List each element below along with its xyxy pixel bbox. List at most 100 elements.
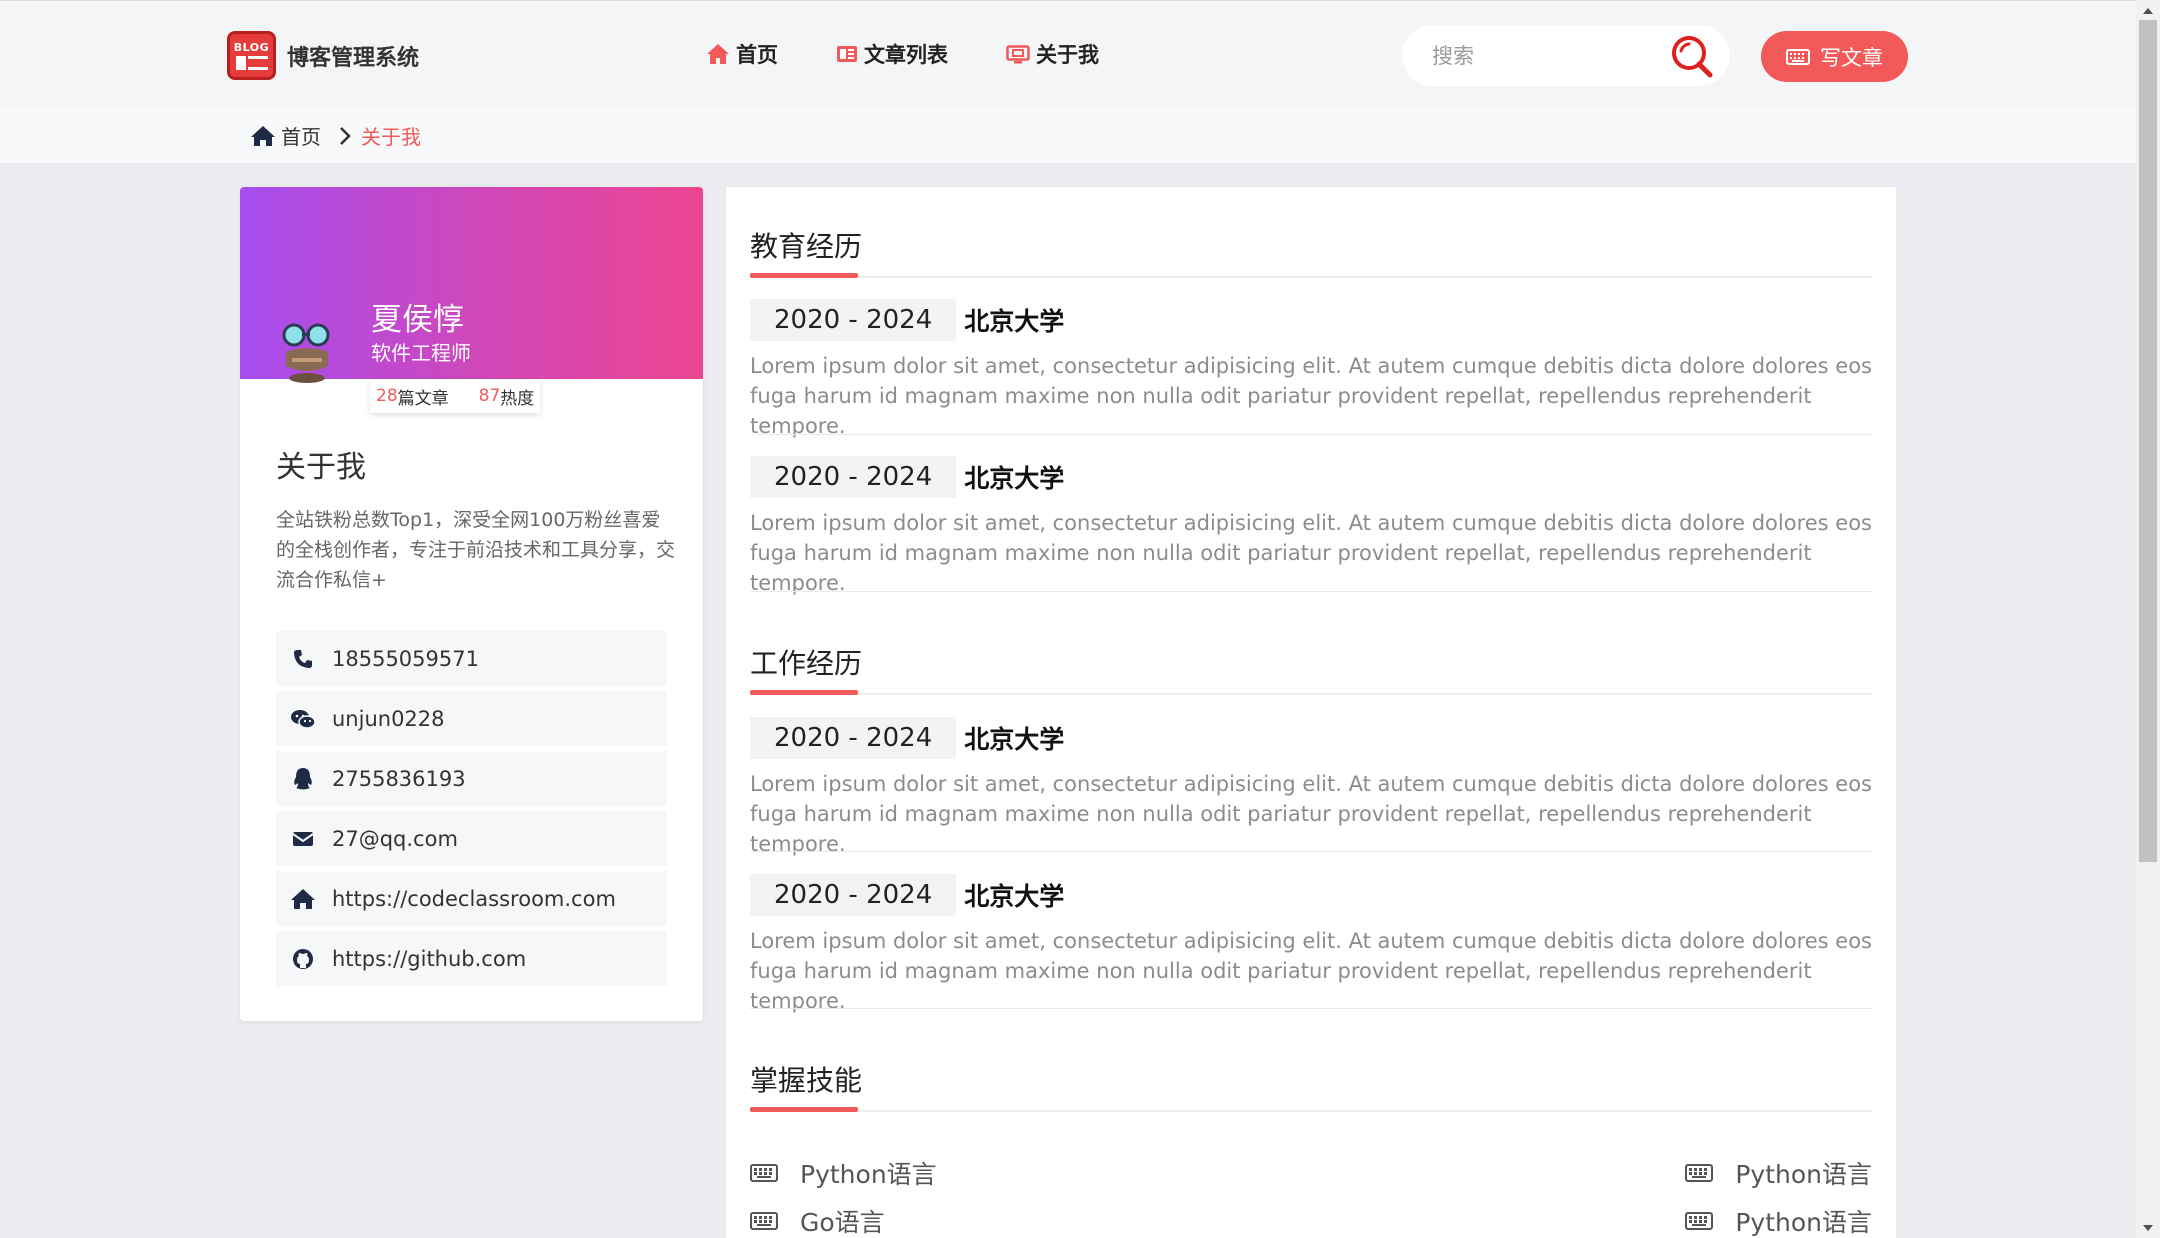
search-icon[interactable] [1670, 34, 1714, 78]
contact-value: 2755836193 [332, 766, 466, 791]
article-list-icon [837, 46, 857, 62]
home-icon [251, 125, 275, 146]
entry-date: 2020 - 2024 [750, 456, 957, 498]
articles-count: 28 [376, 386, 398, 406]
breadcrumb: 首页 关于我 [0, 108, 2136, 163]
heat-label: 热度 [500, 388, 535, 409]
skill-item: Go语言 [750, 1203, 885, 1238]
logo[interactable]: BLOG 博客管理系统 [227, 31, 419, 80]
entry-description: Lorem ipsum dolor sit amet, consectetur … [750, 354, 1873, 438]
nav-item-home[interactable]: 首页 [706, 39, 778, 69]
entry-school: 北京大学 [964, 725, 1065, 754]
write-label: 写文章 [1820, 45, 1883, 70]
chevron-right-icon [339, 126, 351, 146]
section-divider [750, 693, 1872, 695]
skill-item: Python语言 [750, 1155, 937, 1191]
entry-school: 北京大学 [964, 307, 1065, 336]
heat-count: 87 [478, 386, 501, 406]
scroll-up-icon[interactable] [2136, 0, 2160, 20]
articles-label: 篇文章 [397, 388, 449, 409]
entry-date: 2020 - 2024 [750, 874, 957, 916]
contact-value: https://github.com [332, 946, 527, 971]
entry-divider [750, 591, 1872, 592]
profile-banner: 夏侯惇 软件工程师 [240, 187, 703, 383]
skill-label: Python语言 [800, 1160, 937, 1189]
breadcrumb-current: 关于我 [361, 125, 421, 149]
entry-divider [750, 434, 1872, 435]
keyboard-icon [1685, 1164, 1714, 1182]
section-underline [750, 1107, 858, 1112]
search-box [1402, 25, 1730, 86]
scroll-down-icon[interactable] [2136, 1218, 2160, 1238]
contact-value: unjun0228 [332, 706, 445, 731]
skill-label: Python语言 [1735, 1208, 1872, 1237]
search-input[interactable] [1432, 43, 1652, 68]
education-title: 教育经历 [750, 230, 863, 263]
qq-icon [288, 767, 318, 791]
about-title: 关于我 [276, 450, 366, 485]
education-entry: 2020 - 2024 北京大学 Lorem ipsum dolor sit a… [750, 299, 1872, 441]
contact-value: 27@qq.com [332, 826, 458, 851]
wechat-icon [288, 708, 318, 730]
work-entry: 2020 - 2024 北京大学 Lorem ipsum dolor sit a… [750, 717, 1872, 859]
entry-description: Lorem ipsum dolor sit amet, consectetur … [750, 929, 1873, 1013]
phone-icon [288, 648, 318, 670]
section-divider [750, 276, 1872, 278]
entry-school: 北京大学 [964, 464, 1065, 493]
skills-title: 掌握技能 [750, 1064, 863, 1097]
skill-label: Python语言 [1735, 1160, 1872, 1189]
contact-value: https://codeclassroom.com [332, 886, 616, 911]
avatar[interactable] [280, 322, 334, 388]
keyboard-icon [1685, 1212, 1714, 1230]
skill-item: Python语言 [1685, 1203, 1872, 1238]
work-title: 工作经历 [750, 647, 863, 680]
skill-label: Go语言 [800, 1208, 885, 1237]
nav-label: 关于我 [1036, 43, 1099, 67]
mail-icon [288, 830, 318, 848]
profile-role: 软件工程师 [371, 341, 471, 365]
scroll-thumb[interactable] [2139, 20, 2157, 862]
top-header: BLOG 博客管理系统 首页 文章列表 关于我 写 [0, 0, 2136, 108]
main-nav: 首页 文章列表 关于我 [706, 39, 1157, 69]
entry-description: Lorem ipsum dolor sit amet, consectetur … [750, 772, 1873, 856]
entry-date: 2020 - 2024 [750, 717, 957, 759]
about-text: 全站铁粉总数Top1，深受全网100万粉丝喜爱的全栈创作者，专注于前沿技术和工具… [276, 509, 676, 591]
nav-label: 首页 [736, 43, 778, 67]
entry-school: 北京大学 [964, 882, 1065, 911]
entry-description: Lorem ipsum dolor sit amet, consectetur … [750, 511, 1873, 595]
home-icon [288, 888, 318, 910]
section-underline [750, 273, 858, 278]
contact-phone[interactable]: 18555059571 [276, 631, 667, 686]
breadcrumb-home-label: 首页 [281, 125, 321, 149]
contact-list: 18555059571 unjun0228 2755836193 27@qq.c… [276, 631, 667, 991]
contact-website[interactable]: https://codeclassroom.com [276, 871, 667, 926]
home-icon [707, 44, 729, 64]
keyboard-icon [750, 1164, 778, 1182]
write-article-button[interactable]: 写文章 [1761, 31, 1908, 82]
nav-item-articles[interactable]: 文章列表 [836, 39, 948, 69]
nav-item-about[interactable]: 关于我 [1006, 39, 1099, 69]
keyboard-icon [1786, 48, 1810, 65]
breadcrumb-home[interactable]: 首页 [250, 121, 321, 150]
contact-email[interactable]: 27@qq.com [276, 811, 667, 866]
logo-text: BLOG [233, 40, 270, 54]
contact-value: 18555059571 [332, 646, 479, 671]
about-card-icon [1006, 45, 1030, 64]
profile-stats: 28 篇文章 87 热度 [370, 379, 541, 413]
skill-item: Python语言 [1685, 1155, 1872, 1191]
app-title: 博客管理系统 [287, 45, 420, 71]
entry-divider [750, 1008, 1872, 1009]
profile-name: 夏侯惇 [371, 302, 464, 338]
contact-github[interactable]: https://github.com [276, 931, 667, 986]
profile-card: 夏侯惇 软件工程师 28 篇文章 87 热度 关于我 全站铁粉总数Top1，深受… [240, 187, 703, 1021]
section-divider [750, 1110, 1872, 1112]
contact-qq[interactable]: 2755836193 [276, 751, 667, 806]
keyboard-icon [750, 1212, 778, 1230]
github-icon [288, 948, 318, 970]
nav-label: 文章列表 [864, 43, 948, 67]
entry-divider [750, 851, 1872, 852]
contact-wechat[interactable]: unjun0228 [276, 691, 667, 746]
page-scrollbar[interactable] [2136, 0, 2160, 1238]
entry-date: 2020 - 2024 [750, 299, 957, 341]
page: BLOG 博客管理系统 首页 文章列表 关于我 写 [0, 0, 2160, 1238]
